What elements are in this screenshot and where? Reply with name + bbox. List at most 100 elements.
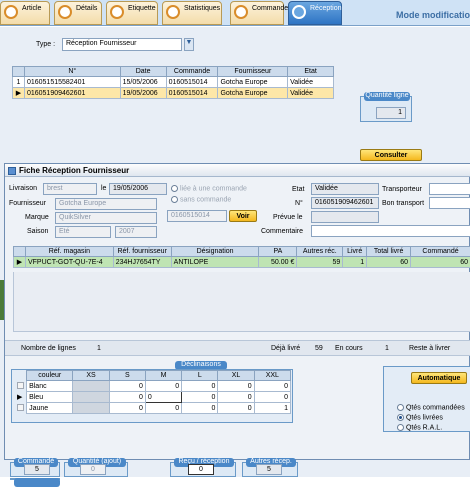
fournisseur-field[interactable]: Gotcha Europe [55,198,157,210]
table-row-selected[interactable]: ▶ 016051909462601 19/05/2006 0160515014 … [13,88,334,99]
col-etat[interactable]: Etat [288,67,334,77]
fiche-reception-window: Fiche Réception Fournisseur Livraison br… [4,163,470,460]
commentaire-field[interactable] [311,225,470,237]
commentaire-label: Commentaire [261,228,303,235]
col-autres-rec[interactable]: Autres réc. [297,247,343,257]
fournisseur-label: Fournisseur [9,200,46,207]
article-icon [4,5,18,19]
type-label: Type : [36,41,55,48]
livraison-field[interactable]: brest [43,183,97,195]
declinaison-row[interactable]: Blanc 0 0 0 0 0 [15,381,291,392]
radio-liee[interactable]: liée à une commande [171,185,247,192]
bon-transport-label: Bon transport [382,200,424,207]
type-dropdown-icon[interactable]: ▼ [184,38,194,51]
col-ref-magasin[interactable]: Réf. magasin [25,247,113,257]
nb-lignes-value: 1 [97,345,101,352]
declinaison-row-selected[interactable]: ▶ Bleu 0 0 0 0 0 [15,392,291,403]
row-pointer-icon: ▶ [13,88,25,99]
le-label: le [101,185,106,192]
col-date[interactable]: Date [120,67,166,77]
col-fournisseur[interactable]: Fournisseur [218,67,288,77]
lines-table: Réf. magasin Réf. fournisseur Désignatio… [13,246,470,268]
col-pa[interactable]: PA [259,247,297,257]
num-label: N° [295,200,303,207]
declinaison-row[interactable]: Jaune 0 0 0 0 1 [15,403,291,414]
tab-article[interactable]: Article [0,1,50,25]
radio-liee-icon [171,185,178,192]
tab-statistiques[interactable]: Statistiques [162,1,222,25]
col-xs: XS [73,371,109,381]
automatique-button[interactable]: Automatique [411,372,467,384]
col-couleur: couleur [27,371,73,381]
col-commande[interactable]: Commandé [411,247,470,257]
consulter-button[interactable]: Consulter [360,149,422,161]
tab-reception[interactable]: Réception [288,1,342,25]
radio-qtes-livrees[interactable]: Qtés livrées [397,414,443,421]
radio-qtes-ral[interactable]: Qtés R.A.L. [397,424,442,431]
radio-qtes-commandees[interactable]: Qtés commandées [397,404,465,411]
etiquette-icon [110,5,124,19]
recu-reception-field[interactable]: 0 [188,464,214,475]
col-total-livre[interactable]: Total livré [367,247,411,257]
row-pointer-icon: ▶ [14,257,26,268]
col-livre[interactable]: Livré [343,247,367,257]
deja-livre-value: 59 [315,345,323,352]
col-s: S [109,371,145,381]
radio-sans[interactable]: sans commande [171,196,231,203]
row-pointer-icon: ▶ [15,392,27,403]
livraison-label: Livraison [9,185,37,192]
reception-icon [292,5,306,19]
statistiques-icon [166,5,180,19]
col-ref-fournisseur[interactable]: Réf. fournisseur [113,247,171,257]
col-xl: XL [218,371,254,381]
quantite-ligne-label: Quantité ligne [364,92,410,101]
deja-livre-label: Déjà livré [271,345,300,352]
etat-label: Etat [292,186,304,193]
col-commande[interactable]: Commande [166,67,218,77]
table-row[interactable]: 1 016051515582401 15/05/2006 0160515014 … [13,77,334,88]
row-check-icon [17,382,24,389]
autres-recep-field: 5 [256,464,282,475]
saison-field[interactable]: Eté [55,226,111,238]
radio-sans-icon [171,196,178,203]
declinaisons-table: couleur XS S M L XL XXL Blanc 0 0 0 0 0 … [15,370,291,414]
col-xxl: XXL [254,371,290,381]
transporteur-field[interactable] [429,183,470,195]
voir-button[interactable]: Voir [229,210,257,222]
col-designation[interactable]: Désignation [171,247,259,257]
tab-details[interactable]: Détails [54,1,102,25]
etat-field: Validée [311,183,379,195]
window-icon [8,167,16,175]
tab-commande[interactable]: Commande [230,1,284,25]
col-m: M [145,371,181,381]
type-select[interactable]: Réception Fournisseur [62,38,182,51]
saison-label: Saison [27,228,48,235]
commande-value-field: 5 [24,464,50,475]
reception-table: N° Date Commande Fournisseur Etat 1 0160… [12,66,334,99]
reste-label: Reste à livrer [409,345,450,352]
radio-icon [397,404,404,411]
nb-lignes-label: Nombre de lignes [21,345,76,352]
commande-field[interactable]: 0160515014 [167,210,227,222]
commande-icon [234,5,248,19]
marque-field[interactable]: QuikSilver [55,212,157,224]
radio-icon [397,424,404,431]
num-field: 016051909462601 [311,197,379,209]
saison-year-field[interactable]: 2007 [115,226,157,238]
transporteur-label: Transporteur [382,186,422,193]
row-check-icon [17,404,24,411]
popup-title: Fiche Réception Fournisseur [5,164,470,177]
quantite-ligne-field: 1 [376,107,406,119]
en-cours-label: En cours [335,345,363,352]
bon-transport-field[interactable] [429,197,470,209]
tab-etiquette[interactable]: Etiquette [106,1,158,25]
line-row-selected[interactable]: ▶ VFPUCT-GOT-QU-7E-4 234HJ7654TY ANTILOP… [14,257,470,268]
radio-selected-icon [397,414,404,421]
col-l: L [182,371,218,381]
en-cours-value: 1 [385,345,389,352]
prevue-field[interactable] [311,211,379,223]
quantite-ajout-field[interactable]: 0 [80,464,106,475]
col-num[interactable]: N° [24,67,120,77]
date-field[interactable]: 19/05/2006 [109,183,167,195]
marque-label: Marque [25,214,49,221]
